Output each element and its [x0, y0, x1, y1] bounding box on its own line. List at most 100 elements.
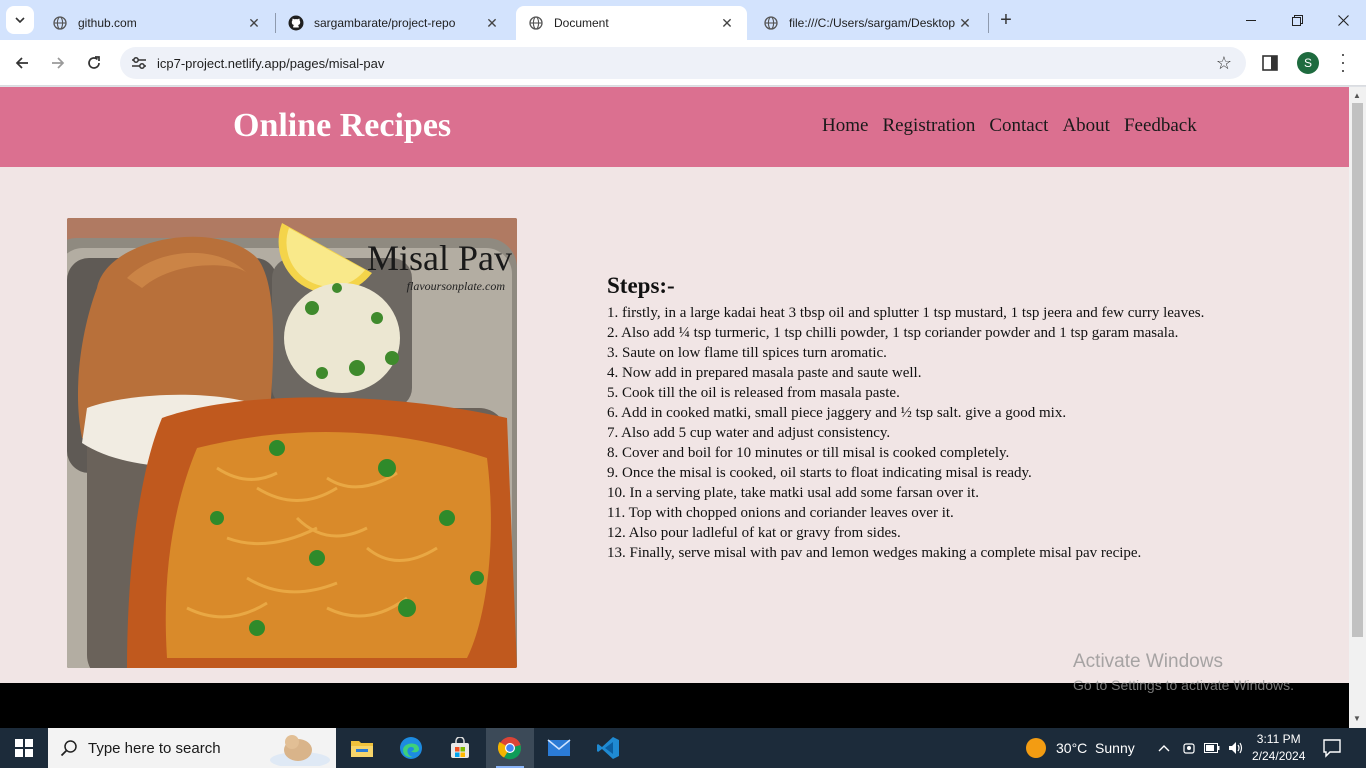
mail-app[interactable] — [535, 728, 583, 768]
file-explorer-app[interactable] — [338, 728, 386, 768]
restore-button[interactable] — [1274, 0, 1320, 40]
store-app[interactable] — [436, 728, 484, 768]
windows-logo-icon — [15, 739, 33, 757]
chrome-app[interactable] — [486, 728, 534, 768]
step-item: 10. In a serving plate, take matki usal … — [607, 485, 979, 501]
start-button[interactable] — [0, 728, 48, 768]
search-icon — [60, 740, 77, 757]
misal-pav-image: Misal Pav flavoursonplate.com — [67, 218, 517, 668]
tab-local-file[interactable]: file:///C:/Users/sargam/Desktop ✕ — [751, 6, 985, 40]
site-info-icon[interactable] — [126, 56, 152, 70]
step-item: 2. Also add ¼ tsp turmeric, 1 tsp chilli… — [607, 325, 1179, 341]
tab-title: file:///C:/Users/sargam/Desktop — [789, 16, 956, 30]
close-tab-icon[interactable]: ✕ — [957, 15, 973, 31]
scroll-up-arrow-icon[interactable]: ▲ — [1353, 91, 1361, 100]
steps-heading: Steps:- — [607, 273, 675, 298]
chrome-icon — [498, 737, 522, 760]
nav-home[interactable]: Home — [822, 115, 868, 137]
vscode-app[interactable] — [584, 728, 632, 768]
chevron-up-icon — [1158, 745, 1170, 752]
restore-icon — [1291, 14, 1303, 26]
browser-toolbar: icp7-project.netlify.app/pages/misal-pav… — [0, 40, 1366, 86]
windows-taskbar: Type here to search 30°C Sunny 3:11 PM 2… — [0, 728, 1366, 768]
close-icon — [1337, 14, 1349, 26]
clock-date: 2/24/2024 — [1252, 749, 1306, 763]
tab-title: sargambarate/project-repo — [314, 16, 456, 30]
step-item: 3. Saute on low flame till spices turn a… — [607, 345, 887, 361]
recipe-steps: Steps:- 1. firstly, in a large kadai hea… — [607, 273, 1204, 563]
close-tab-icon[interactable]: ✕ — [484, 15, 500, 31]
tab-project-repo[interactable]: sargambarate/project-repo ✕ — [276, 6, 512, 40]
edge-icon — [400, 737, 422, 759]
globe-icon — [528, 15, 544, 31]
step-item: 1. firstly, in a large kadai heat 3 tbsp… — [607, 305, 1205, 321]
meet-now-button[interactable] — [1180, 728, 1198, 768]
step-item: 6. Add in cooked matki, small piece jagg… — [607, 405, 1067, 421]
site-title: Online Recipes — [233, 107, 452, 144]
watermark-subtitle: Go to Settings to activate Windows. — [1073, 677, 1294, 693]
forward-button[interactable] — [44, 49, 72, 77]
page-scrollbar[interactable]: ▲ ▼ — [1349, 87, 1366, 728]
step-item: 9. Once the misal is cooked, oil starts … — [607, 465, 1032, 481]
taskbar-search-box[interactable]: Type here to search — [48, 728, 336, 768]
nav-about[interactable]: About — [1062, 115, 1110, 137]
battery-icon — [1204, 743, 1220, 753]
volume-button[interactable] — [1226, 728, 1246, 768]
address-bar[interactable]: icp7-project.netlify.app/pages/misal-pav… — [120, 47, 1246, 79]
tab-document[interactable]: Document ✕ — [516, 6, 747, 40]
nav-registration[interactable]: Registration — [882, 115, 975, 137]
show-hidden-icons-button[interactable] — [1155, 728, 1173, 768]
battery-button[interactable] — [1203, 728, 1221, 768]
new-tab-button[interactable]: + — [994, 8, 1018, 32]
back-button[interactable] — [8, 49, 36, 77]
globe-icon — [52, 15, 68, 31]
page-viewport: Online Recipes Home Registration Contact… — [0, 87, 1349, 728]
arrow-right-icon — [52, 57, 65, 69]
search-highlight-icon — [270, 735, 330, 766]
weather-text: 30°C Sunny — [1056, 740, 1135, 756]
speaker-icon — [1229, 742, 1243, 754]
site-nav: Home Registration Contact About Feedback — [822, 115, 1197, 137]
close-tab-icon[interactable]: ✕ — [246, 15, 262, 31]
scroll-down-arrow-icon[interactable]: ▼ — [1353, 714, 1361, 723]
nav-feedback[interactable]: Feedback — [1124, 115, 1197, 137]
scrollbar-thumb[interactable] — [1352, 103, 1363, 637]
site-header: Online Recipes Home Registration Contact… — [0, 87, 1349, 167]
image-caption: Misal Pav — [367, 238, 512, 278]
close-window-button[interactable] — [1320, 0, 1366, 40]
nav-contact[interactable]: Contact — [989, 115, 1048, 137]
browser-tab-strip: github.com ✕ sargambarate/project-repo ✕… — [0, 0, 1366, 40]
chevron-down-icon — [15, 17, 25, 23]
activate-windows-watermark: Activate Windows Go to Settings to activ… — [1073, 651, 1294, 693]
vscode-icon — [597, 737, 619, 759]
profile-avatar[interactable]: S — [1297, 52, 1319, 74]
step-item: 7. Also add 5 cup water and adjust consi… — [607, 425, 891, 441]
tab-title: Document — [554, 16, 609, 30]
close-tab-icon[interactable]: ✕ — [719, 15, 735, 31]
step-item: 8. Cover and boil for 10 minutes or till… — [607, 445, 1010, 461]
system-clock[interactable]: 3:11 PM 2/24/2024 — [1252, 731, 1305, 765]
sun-icon — [1026, 738, 1046, 758]
notification-center-icon[interactable] — [1322, 738, 1342, 758]
reload-button[interactable] — [80, 49, 108, 77]
tab-search-button[interactable] — [6, 6, 34, 34]
url-text[interactable]: icp7-project.netlify.app/pages/misal-pav — [157, 56, 384, 71]
edge-app[interactable] — [387, 728, 435, 768]
tab-separator — [988, 13, 989, 33]
side-panel-icon[interactable] — [1262, 55, 1278, 71]
globe-icon — [763, 15, 779, 31]
minimize-button[interactable] — [1228, 0, 1274, 40]
reload-icon — [88, 56, 100, 69]
github-icon — [288, 15, 304, 31]
tab-github[interactable]: github.com ✕ — [40, 6, 274, 40]
tab-title: github.com — [78, 16, 137, 30]
search-placeholder: Type here to search — [88, 739, 221, 757]
arrow-left-icon — [15, 57, 28, 69]
clock-time: 3:11 PM — [1256, 732, 1301, 746]
bookmark-star-icon[interactable]: ☆ — [1216, 53, 1232, 74]
step-item: 11. Top with chopped onions and coriande… — [607, 505, 954, 521]
step-item: 4. Now add in prepared masala paste and … — [607, 365, 922, 381]
weather-widget[interactable]: 30°C Sunny — [1026, 728, 1135, 768]
menu-kebab-icon[interactable]: · · · — [1338, 45, 1348, 79]
step-item: 12. Also pour ladleful of kat or gravy f… — [607, 525, 901, 541]
